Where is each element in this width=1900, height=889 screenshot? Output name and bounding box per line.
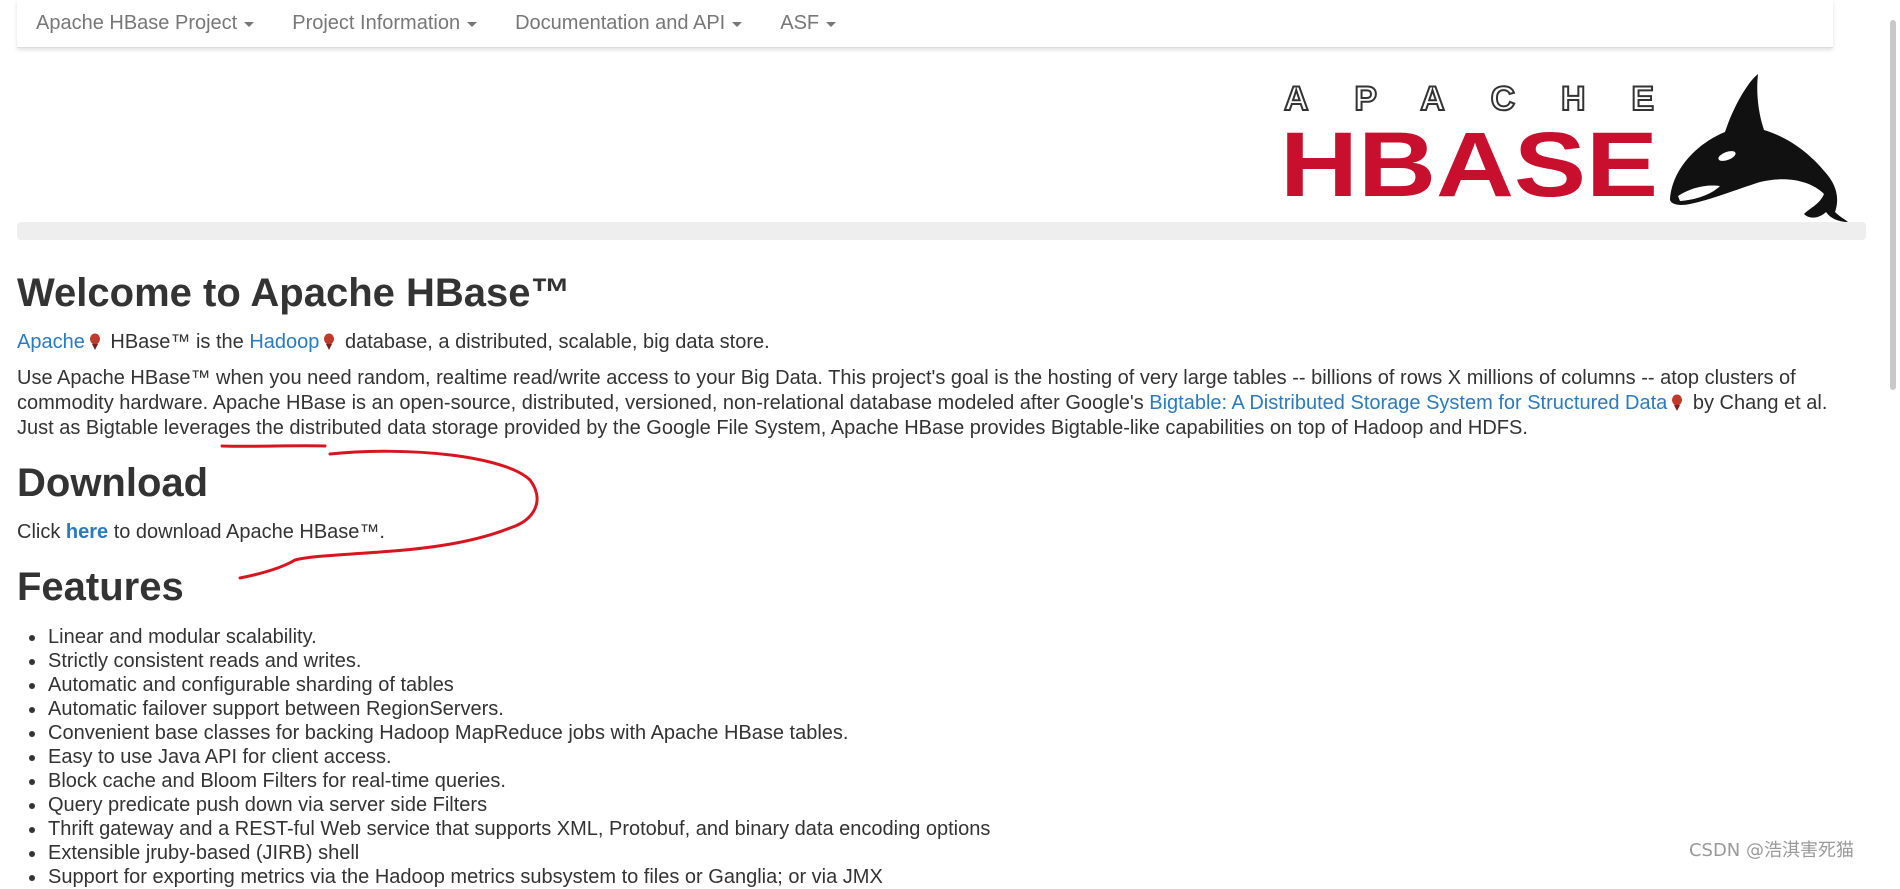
caret-down-icon bbox=[826, 22, 837, 27]
list-item: Linear and modular scalability. bbox=[47, 625, 1857, 649]
caret-down-icon bbox=[244, 22, 255, 27]
nav-dropdown-asf[interactable]: ASF bbox=[761, 0, 855, 47]
apache-link[interactable]: Apache bbox=[17, 331, 85, 353]
scrollbar-thumb[interactable] bbox=[1890, 20, 1896, 390]
list-item: Support for exporting metrics via the Ha… bbox=[47, 865, 1857, 889]
hadoop-link[interactable]: Hadoop bbox=[249, 331, 319, 353]
external-link-icon bbox=[1672, 394, 1683, 411]
header-divider-bar bbox=[17, 222, 1866, 240]
list-item: Strictly consistent reads and writes. bbox=[47, 649, 1857, 673]
bigtable-paper-link[interactable]: Bigtable: A Distributed Storage System f… bbox=[1149, 392, 1667, 414]
nav-dropdown-apache-hbase-project[interactable]: Apache HBase Project bbox=[17, 0, 273, 47]
nav-label: ASF bbox=[780, 12, 820, 34]
main-content: Welcome to Apache HBase™ Apache HBase™ i… bbox=[17, 262, 1857, 889]
list-item: Convenient base classes for backing Hado… bbox=[47, 721, 1857, 745]
page: Apache HBase Project Project Information… bbox=[0, 0, 1870, 888]
orca-icon bbox=[1670, 74, 1848, 222]
list-item: Query predicate push down via server sid… bbox=[47, 793, 1857, 817]
external-link-icon bbox=[89, 333, 100, 350]
list-item: Automatic and configurable sharding of t… bbox=[47, 673, 1857, 697]
download-here-link[interactable]: here bbox=[66, 521, 108, 543]
page-title: Welcome to Apache HBase™ bbox=[17, 271, 571, 315]
vertical-scrollbar[interactable] bbox=[1888, 0, 1900, 870]
logo-top-text: APACHE bbox=[1284, 80, 1654, 118]
watermark: CSDN @浩淇害死猫 bbox=[1688, 840, 1854, 861]
features-list: Linear and modular scalability. Strictly… bbox=[17, 625, 1857, 889]
external-link-icon bbox=[324, 333, 335, 350]
nav-dropdown-documentation-and-api[interactable]: Documentation and API bbox=[496, 0, 761, 47]
list-item: Automatic failover support between Regio… bbox=[47, 697, 1857, 721]
nav-dropdown-project-information[interactable]: Project Information bbox=[273, 0, 496, 47]
top-navbar: Apache HBase Project Project Information… bbox=[17, 0, 1833, 48]
intro-text: HBase™ is the bbox=[104, 331, 250, 353]
nav-label: Documentation and API bbox=[515, 12, 726, 34]
download-text: to download Apache HBase™. bbox=[108, 521, 385, 543]
list-item: Easy to use Java API for client access. bbox=[47, 745, 1857, 769]
apache-hbase-logo[interactable]: APACHE HBASE bbox=[1280, 72, 1860, 222]
caret-down-icon bbox=[732, 22, 743, 27]
logo-main-text: HBASE bbox=[1280, 114, 1658, 216]
intro-text: database, a distributed, scalable, big d… bbox=[339, 331, 770, 353]
nav-label: Project Information bbox=[292, 12, 461, 34]
download-text: Click bbox=[17, 521, 66, 543]
list-item: Block cache and Bloom Filters for real-t… bbox=[47, 769, 1857, 793]
description-paragraph: Use Apache HBase™ when you need random, … bbox=[17, 366, 1857, 441]
download-heading: Download bbox=[17, 461, 209, 505]
nav-label: Apache HBase Project bbox=[36, 12, 238, 34]
features-heading: Features bbox=[17, 565, 184, 609]
caret-down-icon bbox=[467, 22, 478, 27]
download-paragraph: Click here to download Apache HBase™. bbox=[17, 520, 1857, 545]
list-item: Extensible jruby-based (JIRB) shell bbox=[47, 841, 1857, 865]
intro-paragraph: Apache HBase™ is the Hadoop database, a … bbox=[17, 330, 1857, 355]
list-item: Thrift gateway and a REST-ful Web servic… bbox=[47, 817, 1857, 841]
